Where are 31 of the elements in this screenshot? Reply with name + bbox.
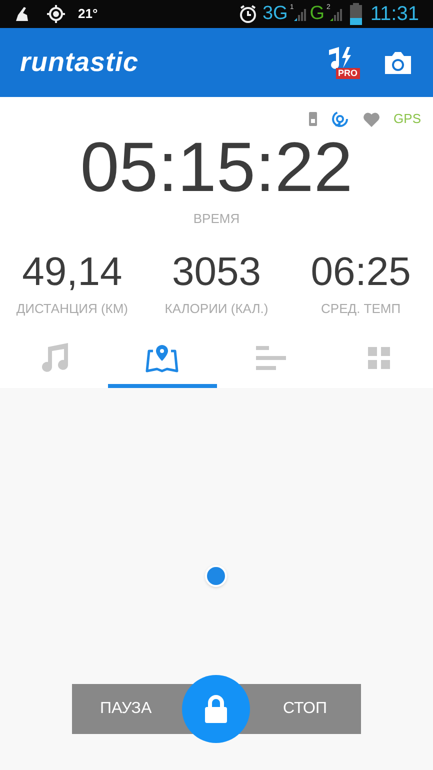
stat-label: СРЕД. ТЕМП [321, 300, 401, 318]
stat-label: ДИСТАНЦИЯ (КМ) [16, 300, 128, 318]
camera-icon[interactable] [383, 50, 413, 74]
timer-value: 05:15:22 [80, 129, 353, 205]
pause-button[interactable]: ПАУЗА [72, 684, 184, 734]
clock: 11:31 [370, 2, 419, 27]
stat-value: 06:25 [310, 248, 411, 294]
timer-label: ВРЕМЯ [193, 210, 240, 228]
stat-value: 49,14 [22, 248, 122, 294]
grid-icon [368, 347, 390, 369]
network-type: G [310, 2, 325, 26]
phone-sensor-icon [308, 112, 317, 126]
music-pro-button[interactable]: PRO [325, 46, 359, 80]
pro-badge: PRO [336, 68, 360, 78]
app-logo: runtastic [20, 46, 139, 80]
gps-indicator: GPS [394, 110, 421, 128]
signal-icon [294, 7, 308, 21]
battery-icon [350, 3, 362, 25]
stat-label: КАЛОРИИ (КАЛ.) [164, 300, 268, 318]
stat-value: 3053 [172, 248, 261, 294]
sync-icon [330, 110, 349, 128]
map-pin-icon [145, 343, 180, 373]
temperature: 21° [78, 5, 98, 24]
alarm-icon [238, 4, 258, 24]
heart-icon [362, 112, 380, 126]
signal-icon [330, 7, 344, 21]
bars-icon [256, 346, 286, 370]
stop-button[interactable]: СТОП [249, 684, 361, 734]
network-type: 3G [262, 2, 288, 26]
lock-icon [205, 695, 227, 723]
location-icon [46, 4, 66, 24]
